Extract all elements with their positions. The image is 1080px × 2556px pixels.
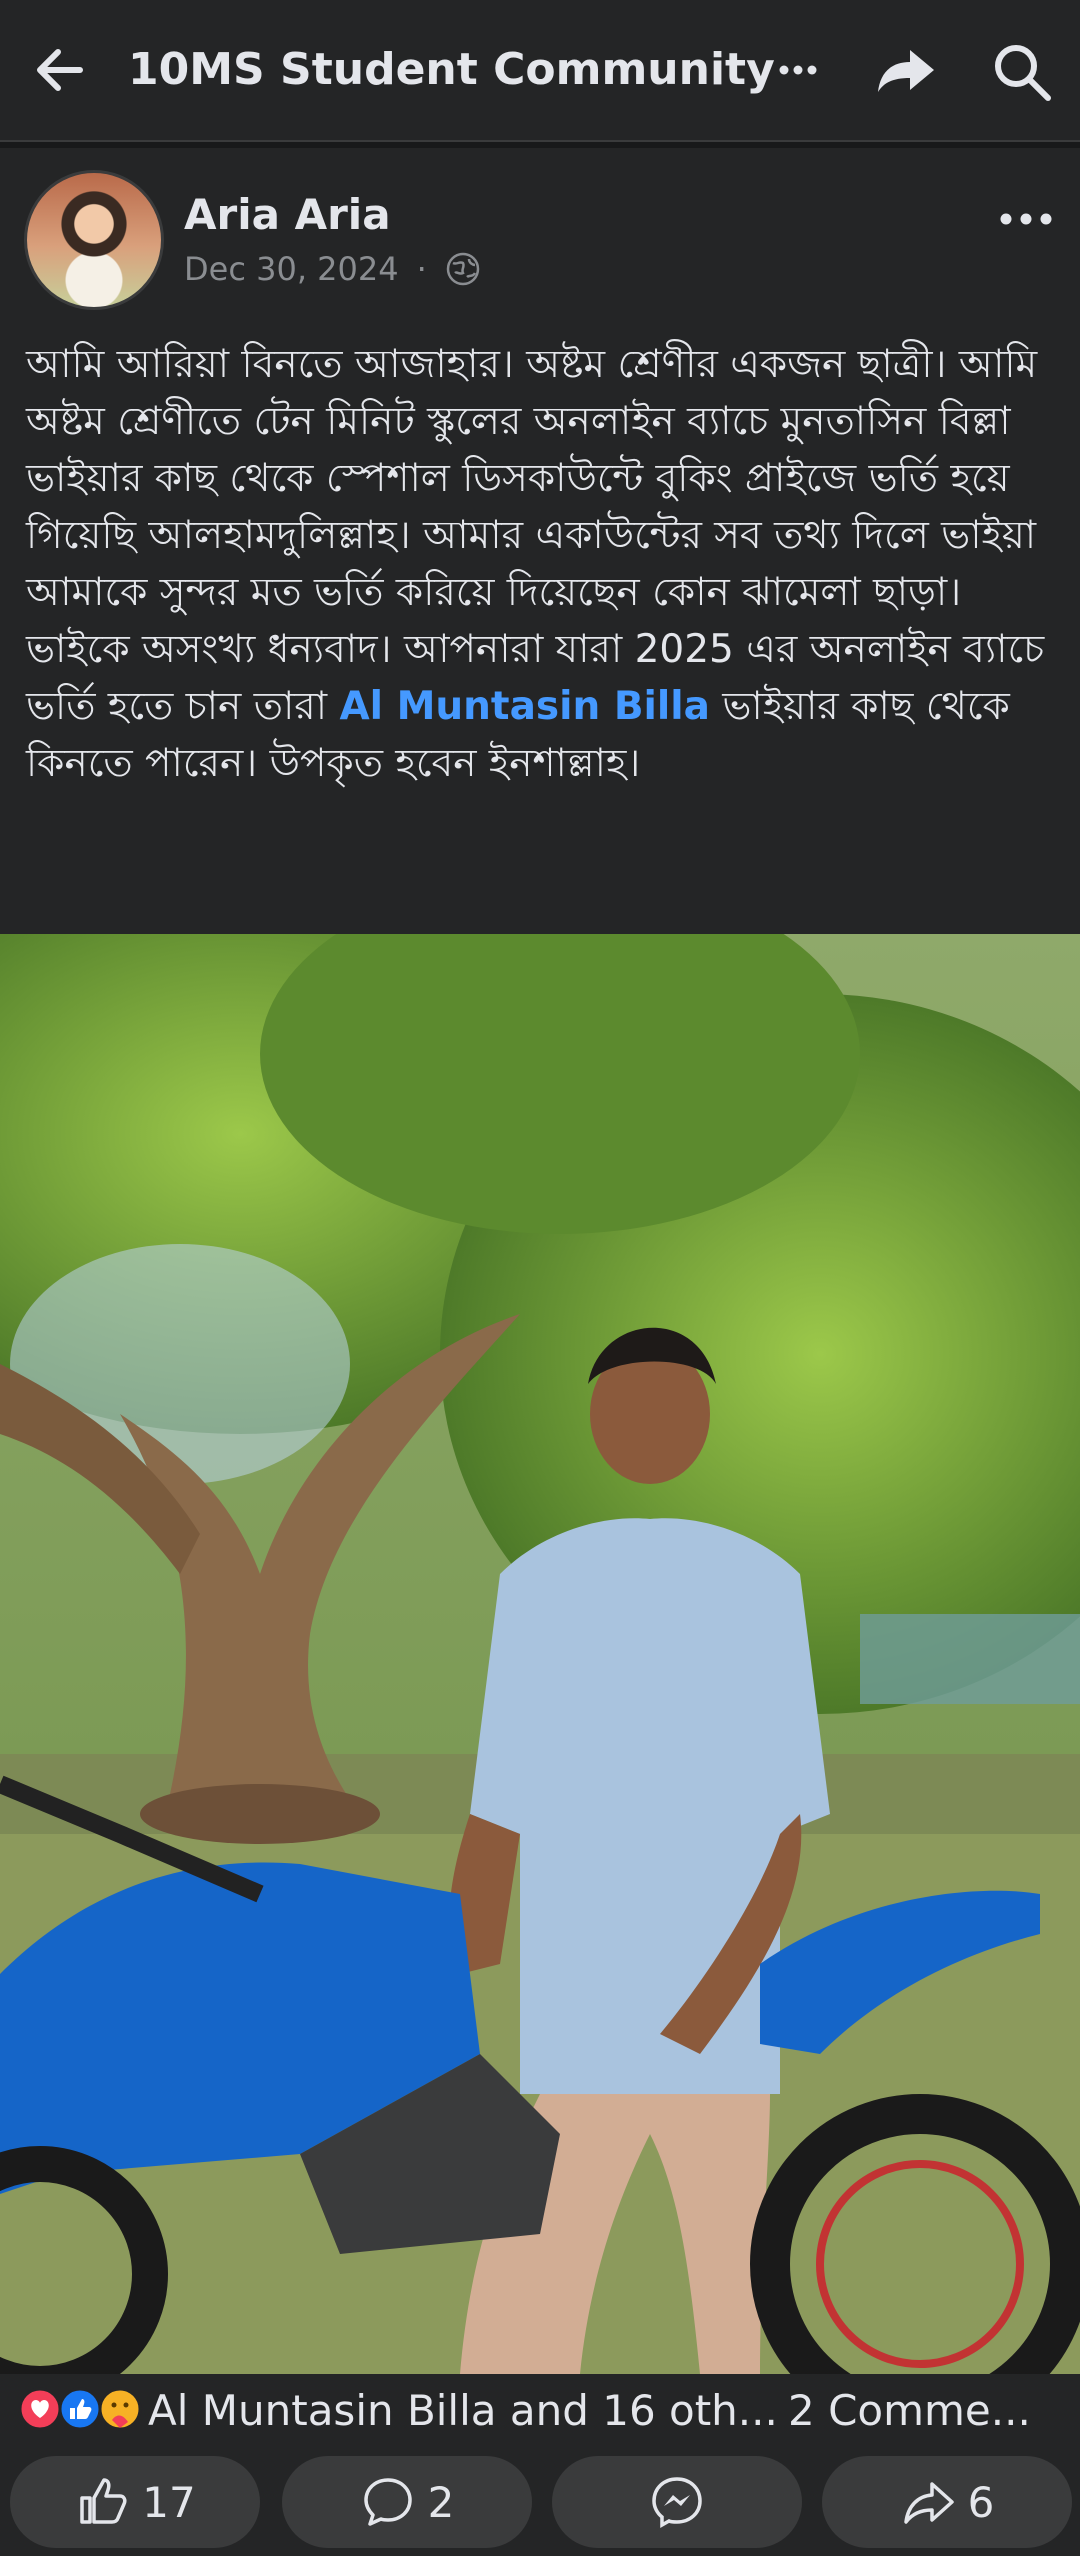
- like-count: 17: [142, 2477, 196, 2527]
- meta-separator: ·: [416, 250, 427, 288]
- group-title[interactable]: 10MS Student Community: [128, 44, 775, 95]
- photo-illustration: [0, 934, 1080, 2374]
- post-date[interactable]: Dec 30, 2024: [184, 250, 399, 288]
- comment-count: 2: [427, 2477, 455, 2527]
- share-icon[interactable]: [874, 40, 938, 100]
- author-name[interactable]: Aria Aria: [184, 190, 391, 239]
- post-text-part-1: আমি আরিয়া বিনতে আজাহার। অষ্টম শ্রেণীর এ…: [26, 342, 1045, 729]
- post-photo[interactable]: [0, 934, 1080, 2374]
- comment-icon: [363, 2478, 412, 2526]
- messenger-button[interactable]: [552, 2456, 802, 2548]
- share-count: 6: [967, 2477, 995, 2527]
- thumbs-up-icon: [80, 2478, 127, 2524]
- back-arrow-icon[interactable]: [30, 40, 90, 100]
- search-icon[interactable]: [990, 40, 1054, 104]
- post-options-icon[interactable]: [996, 204, 1056, 234]
- love-reaction-icon: [18, 2387, 62, 2431]
- comments-count-text[interactable]: 2 Comme...: [788, 2386, 1031, 2435]
- author-avatar[interactable]: [24, 170, 164, 310]
- reactions-text[interactable]: Al Muntasin Billa and 16 oth...: [148, 2386, 778, 2435]
- header-divider: [0, 142, 1080, 148]
- globe-icon: [446, 252, 480, 286]
- top-app-bar: 10MS Student Community: [0, 0, 1080, 142]
- more-icon[interactable]: [768, 40, 828, 100]
- care-reaction-icon: [98, 2387, 142, 2431]
- post-body: আমি আরিয়া বিনতে আজাহার। অষ্টম শ্রেণীর এ…: [26, 336, 1056, 792]
- reactions-summary[interactable]: Al Muntasin Billa and 16 oth... 2 Comme.…: [0, 2374, 1080, 2444]
- comment-button[interactable]: 2: [282, 2456, 532, 2548]
- like-button[interactable]: 17: [10, 2456, 260, 2548]
- post-actions: 17 2 6: [0, 2452, 1080, 2556]
- share-button[interactable]: 6: [822, 2456, 1072, 2548]
- mention-link[interactable]: Al Muntasin Billa: [339, 684, 710, 729]
- like-reaction-icon: [58, 2387, 102, 2431]
- post-meta: Dec 30, 2024 ·: [184, 250, 481, 288]
- reaction-icons: [18, 2387, 142, 2431]
- post-header: Aria Aria Dec 30, 2024 ·: [0, 150, 1080, 330]
- messenger-icon: [652, 2477, 702, 2529]
- share-arrow-icon: [903, 2482, 954, 2524]
